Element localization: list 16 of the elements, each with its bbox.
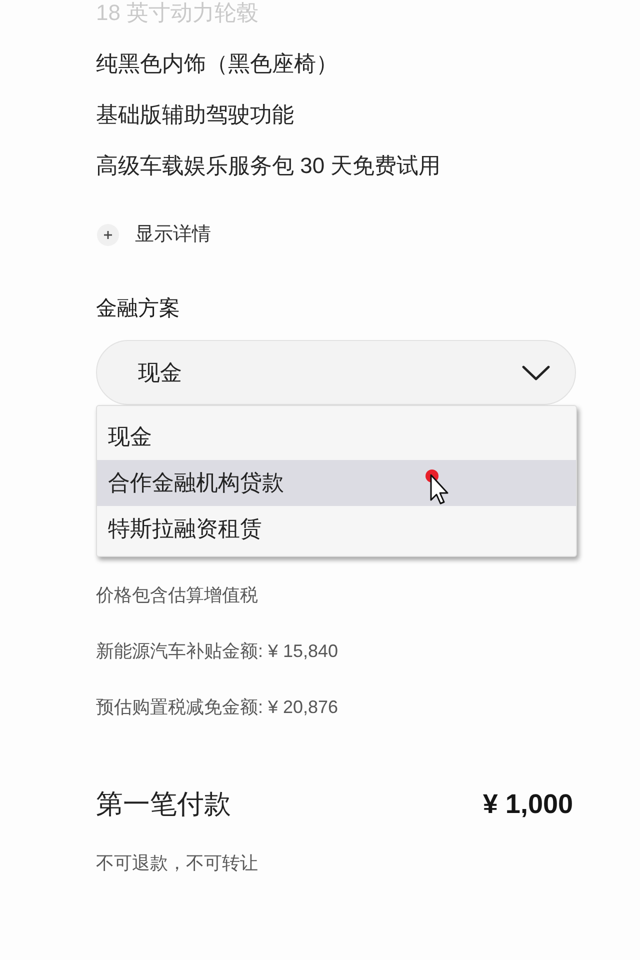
chevron-down-icon xyxy=(522,364,550,380)
dropdown-option[interactable]: 合作金融机构贷款 xyxy=(97,460,576,506)
feature-text: 纯黑色内饰（黑色座椅） xyxy=(96,51,338,77)
price-note: 新能源汽车补贴金额: ¥ 15,840 xyxy=(96,640,338,663)
feature-text: 高级车载娱乐服务包 30 天免费试用 xyxy=(96,153,441,179)
section-label: 金融方案 xyxy=(96,296,180,322)
show-details-button[interactable]: 显示详情 xyxy=(96,222,211,248)
payment-amount: ¥ 1,000 xyxy=(482,788,573,820)
financing-select[interactable]: 现金 xyxy=(96,340,576,405)
price-note: 预估购置税减免金额: ¥ 20,876 xyxy=(96,696,338,719)
price-note: 价格包含估算增值税 xyxy=(96,584,258,607)
payment-note: 不可退款，不可转让 xyxy=(96,852,258,875)
dropdown-option[interactable]: 特斯拉融资租赁 xyxy=(97,506,576,552)
dropdown-option[interactable]: 现金 xyxy=(97,414,576,460)
feature-text: 基础版辅助驾驶功能 xyxy=(96,102,294,128)
payment-label: 第一笔付款 xyxy=(96,788,231,821)
